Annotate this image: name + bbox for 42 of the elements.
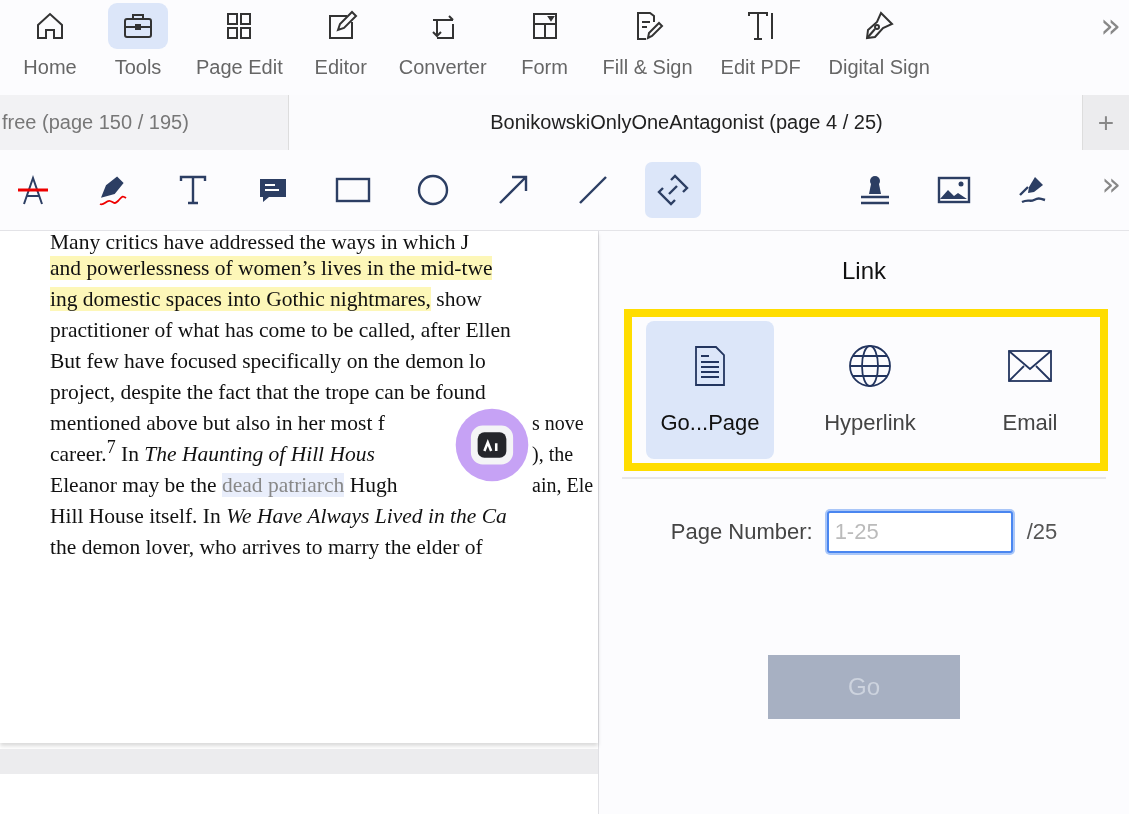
globe-icon xyxy=(848,344,892,388)
highlighted-text: and powerlessness of women’s lives in the mid-twe xyxy=(50,256,493,280)
body-text: the demon lover, who arrives to marry the elder of xyxy=(50,535,483,559)
page-total: /25 xyxy=(1026,519,1058,545)
body-text: Hill House itself. In We Have Always Lived in the Ca xyxy=(50,504,507,528)
document-tab[interactable]: free (page 150 / 195) xyxy=(0,95,289,150)
body-text: Eleanor may be the xyxy=(50,473,218,497)
toolbar-label[interactable]: Digital Sign xyxy=(828,56,930,79)
body-text: Hugh xyxy=(348,473,398,497)
briefcase-icon[interactable] xyxy=(108,3,168,49)
body-text: ), the xyxy=(532,443,574,465)
body-text: s nove xyxy=(532,412,584,434)
body-text: practitioner of what has come to be called, after Ellen xyxy=(50,318,511,342)
selected-text: dead patriarch xyxy=(221,473,345,497)
toolbar-label[interactable]: Tools xyxy=(114,56,162,79)
link-icon[interactable] xyxy=(645,162,701,218)
document-tab[interactable]: BonikowskiOnlyOneAntagonist (page 4 / 25) xyxy=(289,95,1083,150)
toolbar-label[interactable]: Form xyxy=(521,56,568,79)
more-button[interactable]: » xyxy=(1093,168,1129,200)
body-text: project, despite the fact that the trope can be found xyxy=(50,380,486,404)
body-text: But few have focused specifically on the demon lo xyxy=(50,349,486,373)
body-text: Many critics have addressed the ways in which J xyxy=(50,231,470,254)
body-text: show xyxy=(435,287,482,311)
more-button[interactable]: » xyxy=(1092,8,1129,42)
highlighted-text: ing domestic spaces into Gothic nightmares, xyxy=(50,287,431,311)
link-type-option[interactable]: Hyperlink xyxy=(806,321,934,459)
body-text: mentioned above but also in her most f xyxy=(50,411,385,435)
page-number-field[interactable]: 1-25 xyxy=(826,511,1013,553)
new-tab-button[interactable]: + xyxy=(1083,95,1129,150)
toolbar-label[interactable]: Editor xyxy=(314,56,367,79)
toolbar-label[interactable]: Edit PDF xyxy=(720,56,801,79)
link-type-option[interactable]: Go...Page xyxy=(646,321,774,459)
toolbar-label[interactable]: Fill & Sign xyxy=(602,56,693,79)
toolbar-label[interactable]: Page Edit xyxy=(196,56,283,79)
link-type-option[interactable]: Email xyxy=(966,321,1094,459)
field-label: Page Number: xyxy=(670,519,813,545)
panel-title: Link xyxy=(842,257,886,285)
toolbar-label[interactable]: Home xyxy=(23,56,77,79)
body-text: career.$^{7}$ In The Haunting of Hill Hous xyxy=(50,442,375,466)
assistant-robot-icon[interactable] xyxy=(454,407,530,483)
body-text: ain, Ele xyxy=(532,474,594,496)
toolbar-label[interactable]: Converter xyxy=(398,56,487,79)
